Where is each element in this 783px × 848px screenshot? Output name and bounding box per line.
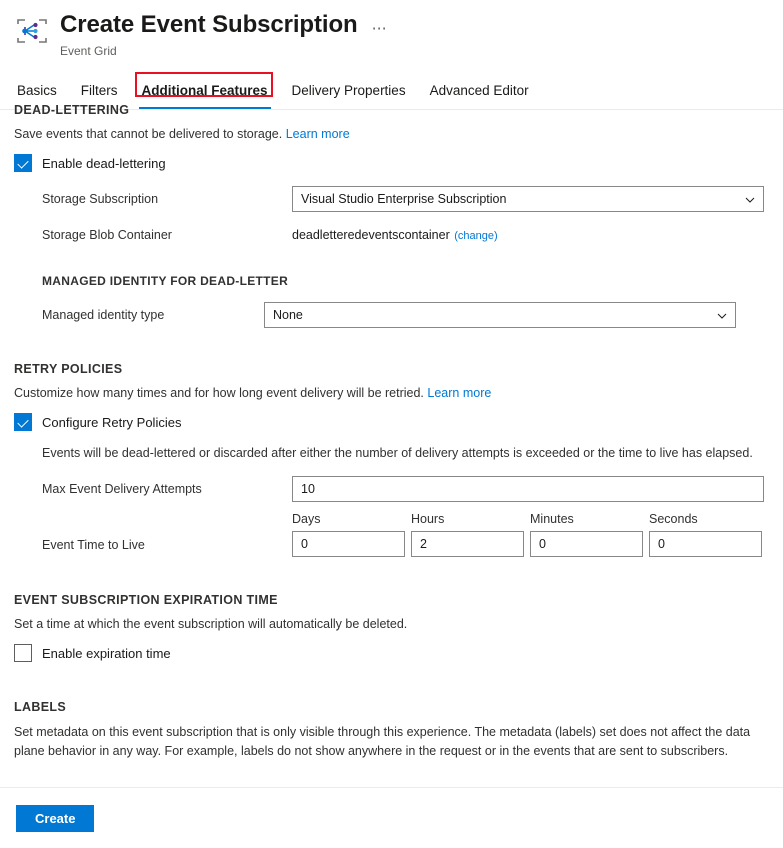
dead-lettering-description: Save events that cannot be delivered to …	[14, 126, 769, 143]
retry-policies-note: Events will be dead-lettered or discarde…	[14, 445, 769, 462]
section-expiration-time: EVENT SUBSCRIPTION EXPIRATION TIME Set a…	[14, 593, 769, 662]
event-grid-icon	[14, 16, 50, 52]
max-delivery-attempts-value: 10	[301, 482, 315, 496]
blade-footer: Create	[0, 787, 783, 848]
form-content: DEAD-LETTERING Save events that cannot b…	[0, 103, 783, 788]
storage-blob-container-row: Storage Blob Container deadletteredevent…	[14, 226, 769, 244]
max-delivery-attempts-label: Max Event Delivery Attempts	[42, 481, 292, 497]
section-dead-lettering: DEAD-LETTERING Save events that cannot b…	[14, 103, 769, 328]
title-block: Create Event Subscription ⋯ Event Grid	[60, 10, 388, 59]
ttl-days-label: Days	[292, 512, 405, 526]
managed-identity-type-label: Managed identity type	[42, 308, 264, 322]
max-delivery-attempts-control: 10	[292, 476, 769, 502]
event-time-to-live-fields: Days 0 Hours 2 Minutes 0	[292, 512, 762, 557]
dead-lettering-learn-more-link[interactable]: Learn more	[286, 127, 350, 141]
dead-lettering-heading: DEAD-LETTERING	[14, 103, 769, 117]
ttl-minutes-value: 0	[539, 537, 546, 551]
enable-dead-lettering-checkbox[interactable]	[14, 154, 32, 172]
ttl-seconds-group: Seconds 0	[649, 512, 762, 557]
storage-subscription-label: Storage Subscription	[42, 191, 292, 207]
ttl-days-value: 0	[301, 537, 308, 551]
storage-subscription-control: Visual Studio Enterprise Subscription	[292, 186, 769, 212]
create-button[interactable]: Create	[16, 805, 94, 832]
storage-blob-container-label: Storage Blob Container	[42, 227, 292, 243]
managed-identity-type-row: Managed identity type None	[42, 302, 769, 328]
expiration-heading: EVENT SUBSCRIPTION EXPIRATION TIME	[14, 593, 769, 607]
more-menu-button[interactable]: ⋯	[372, 24, 389, 34]
expiration-description: Set a time at which the event subscripti…	[14, 616, 769, 633]
ttl-hours-group: Hours 2	[411, 512, 524, 557]
page-title: Create Event Subscription	[60, 10, 358, 40]
retry-policies-description: Customize how many times and for how lon…	[14, 385, 769, 402]
storage-blob-container-value: deadletteredeventscontainer	[292, 228, 450, 242]
enable-expiration-time-checkbox[interactable]	[14, 644, 32, 662]
configure-retry-policies-checkbox[interactable]	[14, 413, 32, 431]
blade-header: Create Event Subscription ⋯ Event Grid B…	[0, 0, 783, 110]
chevron-down-icon	[717, 310, 727, 320]
storage-blob-container-change-link[interactable]: (change)	[454, 230, 497, 242]
managed-identity-type-control: None	[264, 302, 769, 328]
page-subtitle: Event Grid	[60, 43, 388, 59]
retry-policies-heading: RETRY POLICIES	[14, 362, 769, 376]
title-row: Create Event Subscription ⋯ Event Grid	[0, 10, 783, 59]
ttl-days-input[interactable]: 0	[292, 531, 405, 557]
managed-identity-heading: MANAGED IDENTITY FOR DEAD-LETTER	[42, 274, 769, 288]
configure-retry-policies-label[interactable]: Configure Retry Policies	[42, 415, 181, 430]
retry-policies-learn-more-link[interactable]: Learn more	[427, 386, 491, 400]
ttl-days-group: Days 0	[292, 512, 405, 557]
max-delivery-attempts-input[interactable]: 10	[292, 476, 764, 502]
configure-retry-policies-row[interactable]: Configure Retry Policies	[14, 413, 769, 431]
ttl-hours-input[interactable]: 2	[411, 531, 524, 557]
ttl-seconds-input[interactable]: 0	[649, 531, 762, 557]
ttl-seconds-label: Seconds	[649, 512, 762, 526]
dead-lettering-description-text: Save events that cannot be delivered to …	[14, 127, 282, 141]
ttl-hours-label: Hours	[411, 512, 524, 526]
enable-dead-lettering-label[interactable]: Enable dead-lettering	[42, 156, 166, 171]
storage-subscription-value: Visual Studio Enterprise Subscription	[301, 192, 506, 206]
ttl-hours-value: 2	[420, 537, 427, 551]
section-managed-identity: MANAGED IDENTITY FOR DEAD-LETTER Managed…	[14, 274, 769, 328]
labels-description: Set metadata on this event subscription …	[14, 723, 769, 761]
ttl-seconds-value: 0	[658, 537, 665, 551]
enable-expiration-time-label[interactable]: Enable expiration time	[42, 646, 171, 661]
ttl-minutes-group: Minutes 0	[530, 512, 643, 557]
event-time-to-live-label: Event Time to Live	[42, 538, 292, 557]
retry-policies-description-text: Customize how many times and for how lon…	[14, 386, 424, 400]
enable-expiration-time-row[interactable]: Enable expiration time	[14, 644, 769, 662]
chevron-down-icon	[745, 194, 755, 204]
ttl-minutes-label: Minutes	[530, 512, 643, 526]
max-delivery-attempts-row: Max Event Delivery Attempts 10	[14, 476, 769, 502]
enable-dead-lettering-row[interactable]: Enable dead-lettering	[14, 154, 769, 172]
storage-subscription-row: Storage Subscription Visual Studio Enter…	[14, 186, 769, 212]
managed-identity-type-select[interactable]: None	[264, 302, 736, 328]
storage-blob-container-control: deadletteredeventscontainer (change)	[292, 226, 769, 244]
storage-subscription-select[interactable]: Visual Studio Enterprise Subscription	[292, 186, 764, 212]
labels-heading: LABELS	[14, 700, 769, 714]
section-retry-policies: RETRY POLICIES Customize how many times …	[14, 362, 769, 557]
section-labels: LABELS Set metadata on this event subscr…	[14, 700, 769, 761]
managed-identity-type-value: None	[273, 308, 303, 322]
event-time-to-live-row: Event Time to Live Days 0 Hours 2 Minute…	[14, 512, 769, 557]
blade-title-line: Create Event Subscription ⋯	[60, 10, 388, 40]
ttl-minutes-input[interactable]: 0	[530, 531, 643, 557]
